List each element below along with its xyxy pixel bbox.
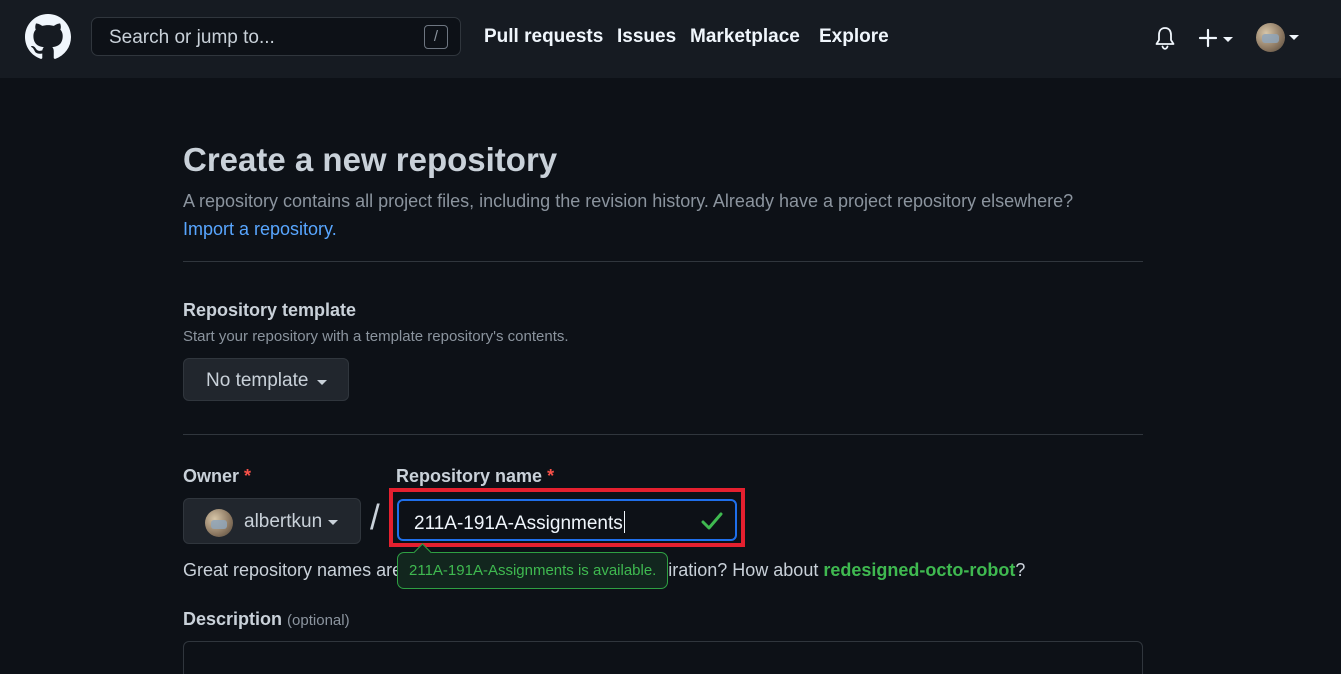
check-icon [701,512,723,530]
repo-name-label-text: Repository name [396,466,543,486]
avatar [1256,23,1285,52]
repo-value-text: 211A-191A-Assignments [414,513,623,534]
owner-repo-separator: / [370,498,380,537]
chevron-down-icon [317,380,327,385]
description-label-text: Description [183,609,283,629]
create-new-dropdown[interactable] [1198,24,1238,52]
description-label: Description (optional) [183,609,350,630]
suggested-name-link[interactable]: redesigned-octo-robot [823,560,1015,580]
import-repository-link[interactable]: Import a repository. [183,219,337,239]
repo-name-label: Repository name * [396,466,554,487]
nav-marketplace[interactable]: Marketplace [690,26,800,48]
chevron-down-icon [1223,37,1233,42]
template-button-label: No template [206,370,309,391]
owner-label-text: Owner [183,466,240,486]
page-subtitle: A repository contains all project files,… [183,187,1143,243]
nav-issues[interactable]: Issues [617,26,676,48]
required-mark: * [547,466,555,486]
search-placeholder: Search or jump to... [109,27,275,48]
chevron-down-icon [328,520,338,525]
nav-pull-requests[interactable]: Pull requests [484,26,603,48]
owner-avatar [205,509,233,537]
subtitle-text: A repository contains all project files,… [183,191,1074,211]
section-divider [183,434,1143,435]
owner-name: albertkun [244,511,323,532]
notification-bell-icon[interactable] [1153,25,1177,51]
template-hint: Start your repository with a template re… [183,328,569,345]
template-label: Repository template [183,300,357,320]
owner-dropdown-button[interactable]: albertkun [183,498,361,544]
optional-tag: (optional) [287,612,350,629]
text-cursor [623,511,625,533]
repository-name-value: 211A-191A-Assignments [414,511,625,535]
page-title: Create a new repository [183,141,558,178]
top-header: Search or jump to... / Pull requests Iss… [0,0,1341,78]
owner-label: Owner * [183,466,251,487]
search-shortcut-key: / [424,25,448,49]
repository-name-input[interactable]: 211A-191A-Assignments [397,499,737,541]
template-dropdown-button[interactable]: No template [183,358,349,401]
availability-tooltip: 211A-191A-Assignments is available. [397,552,669,589]
user-menu-dropdown[interactable] [1256,23,1302,53]
plus-icon [1198,28,1218,48]
nav-explore[interactable]: Explore [819,26,889,48]
required-mark: * [244,466,252,486]
github-logo-icon[interactable] [25,14,71,60]
description-input[interactable] [183,641,1143,674]
suggestion-suffix: ? [1015,560,1026,580]
chevron-down-icon [1289,35,1299,40]
section-divider [183,261,1143,262]
search-input[interactable]: Search or jump to... / [91,17,461,56]
